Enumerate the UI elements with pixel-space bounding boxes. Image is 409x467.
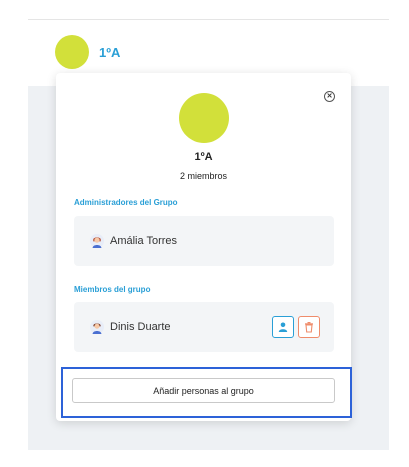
group-name: 1ºA [194, 151, 213, 163]
user-icon [278, 322, 288, 332]
person-avatar-icon [90, 320, 104, 334]
member-name: Dinis Duarte [110, 321, 171, 333]
add-people-button[interactable]: Añadir personas al grupo [72, 378, 335, 403]
top-divider [28, 19, 389, 20]
group-avatar [179, 93, 229, 143]
admins-section-title: Administradores del Grupo [74, 198, 178, 207]
members-section-title: Miembros del grupo [74, 285, 151, 294]
person-avatar-icon [90, 234, 104, 248]
member-actions [272, 316, 320, 338]
admin-card: Amália Torres [74, 216, 334, 266]
member-count: 2 miembros [179, 171, 227, 181]
trash-icon [305, 322, 313, 333]
admin-name: Amália Torres [110, 235, 178, 247]
group-avatar-small [55, 35, 89, 69]
page: 1ºA ✕ 1ºA 2 miembros Administradores del… [0, 0, 409, 467]
close-button[interactable]: ✕ [324, 91, 335, 102]
make-admin-button[interactable] [272, 316, 294, 338]
header-group-name: 1ºA [99, 44, 121, 60]
member-card: Dinis Duarte [74, 302, 334, 352]
header-group[interactable]: 1ºA [55, 35, 120, 69]
close-icon: ✕ [326, 93, 333, 100]
remove-member-button[interactable] [298, 316, 320, 338]
